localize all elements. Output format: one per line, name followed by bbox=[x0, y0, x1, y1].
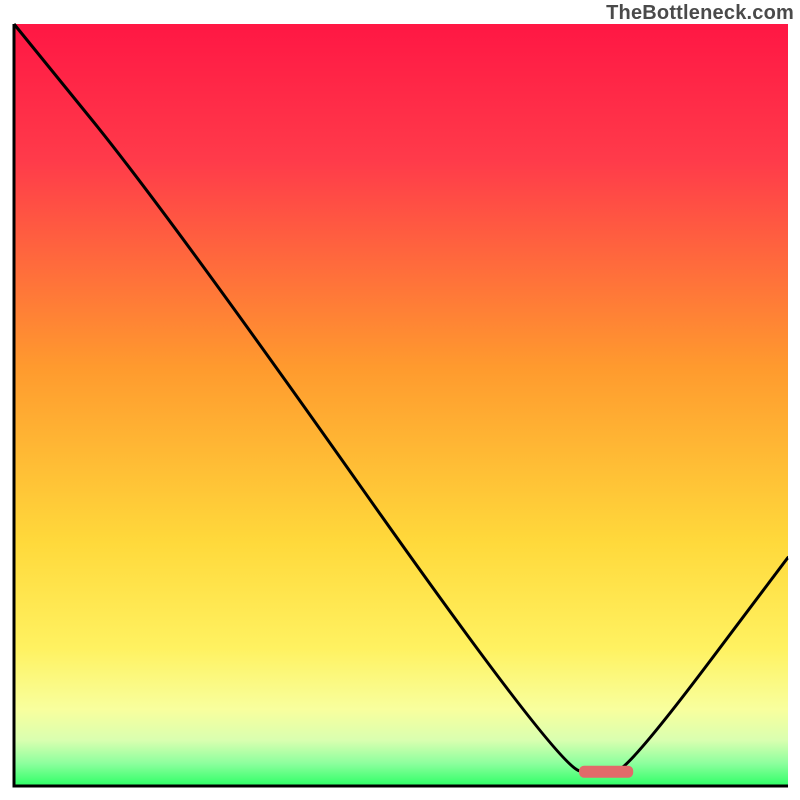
watermark-text: TheBottleneck.com bbox=[606, 2, 794, 25]
optimal-marker bbox=[579, 766, 633, 778]
gradient-background bbox=[14, 24, 788, 786]
chart-container: TheBottleneck.com bbox=[0, 0, 800, 800]
bottleneck-chart bbox=[0, 0, 800, 800]
